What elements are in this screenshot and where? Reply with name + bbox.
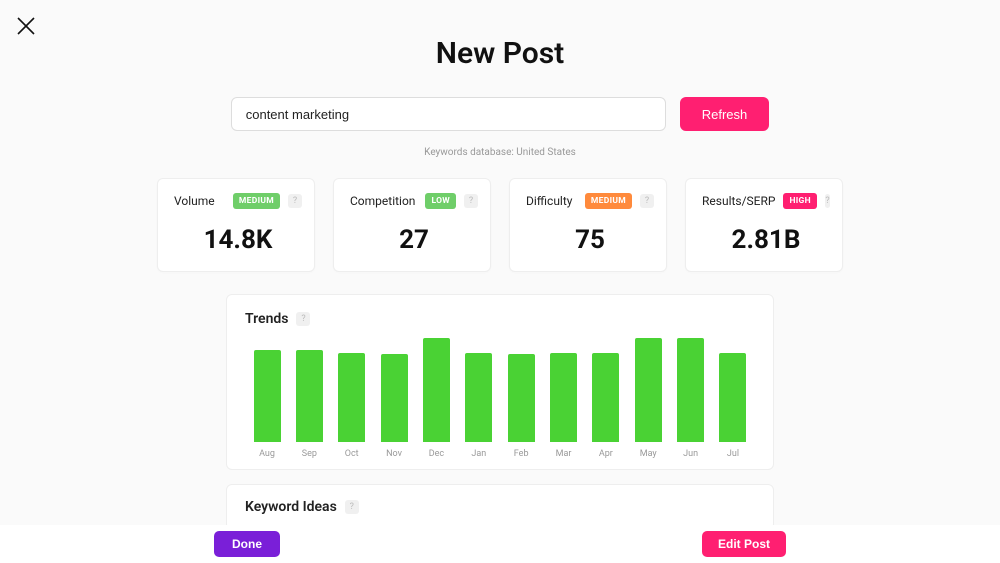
done-button[interactable]: Done (214, 531, 280, 557)
bar-fill (381, 354, 408, 442)
metric-badge: LOW (425, 193, 456, 209)
metric-results: Results/SERP HIGH ? 2.81B (685, 178, 843, 272)
trends-title: Trends (245, 311, 288, 327)
chart-bar: Jun (671, 338, 711, 459)
bar-label: Jun (683, 449, 698, 459)
chart-bar: Dec (416, 338, 456, 459)
bar-fill (550, 353, 577, 442)
help-icon[interactable]: ? (464, 194, 478, 208)
metric-volume: Volume MEDIUM ? 14.8K (157, 178, 315, 272)
metrics-row: Volume MEDIUM ? 14.8K Competition LOW ? … (0, 178, 1000, 272)
help-icon[interactable]: ? (288, 194, 302, 208)
metric-value: 2.81B (702, 225, 830, 255)
bar-fill (719, 353, 746, 442)
help-icon[interactable]: ? (296, 312, 310, 326)
keyword-ideas-panel: Keyword Ideas ? (226, 484, 774, 530)
help-icon[interactable]: ? (825, 194, 830, 208)
chart-bar: Sep (289, 350, 329, 459)
bar-fill (635, 338, 662, 442)
bar-label: May (640, 449, 657, 459)
keyword-search-input[interactable] (231, 97, 666, 131)
metric-competition: Competition LOW ? 27 (333, 178, 491, 272)
bar-label: Sep (302, 449, 317, 459)
bar-label: Jan (471, 449, 486, 459)
keyword-ideas-title: Keyword Ideas (245, 499, 337, 515)
chart-bar: Nov (374, 354, 414, 459)
page-title: New Post (0, 0, 1000, 71)
search-row: Refresh (0, 97, 1000, 131)
edit-post-button[interactable]: Edit Post (702, 531, 786, 557)
bottom-bar: Done Edit Post (0, 525, 1000, 563)
bar-fill (465, 353, 492, 442)
bar-fill (254, 350, 281, 442)
chart-bar: May (628, 338, 668, 459)
metric-badge: MEDIUM (585, 193, 632, 209)
help-icon[interactable]: ? (345, 500, 359, 514)
chart-bar: Feb (501, 354, 541, 459)
metric-value: 75 (526, 225, 654, 255)
bar-label: Jul (727, 449, 739, 459)
metric-label: Volume (174, 194, 225, 208)
metric-value: 27 (350, 225, 478, 255)
trends-panel: Trends ? Aug Sep Oct Nov Dec Jan Feb Mar Apr May J… (226, 294, 774, 470)
bar-fill (508, 354, 535, 442)
chart-bar: Jul (713, 353, 753, 459)
bar-fill (677, 338, 704, 442)
bar-fill (423, 338, 450, 442)
chart-bar: Oct (332, 353, 372, 459)
chart-bar: Aug (247, 350, 287, 459)
bar-label: Feb (514, 449, 529, 459)
bar-label: Aug (259, 449, 275, 459)
metric-value: 14.8K (174, 225, 302, 255)
bar-fill (592, 353, 619, 442)
bar-fill (338, 353, 365, 442)
close-button[interactable] (14, 14, 38, 38)
bar-label: Dec (429, 449, 444, 459)
refresh-button[interactable]: Refresh (680, 97, 770, 131)
chart-bar: Apr (586, 353, 626, 459)
chart-bar: Mar (544, 353, 584, 459)
metric-label: Results/SERP (702, 194, 775, 208)
metric-badge: HIGH (783, 193, 816, 209)
metric-difficulty: Difficulty MEDIUM ? 75 (509, 178, 667, 272)
trends-chart: Aug Sep Oct Nov Dec Jan Feb Mar Apr May Jun Jul (245, 341, 755, 459)
help-icon[interactable]: ? (640, 194, 654, 208)
bar-label: Nov (386, 449, 402, 459)
bar-label: Apr (599, 449, 613, 459)
chart-bar: Jan (459, 353, 499, 459)
bar-label: Mar (556, 449, 572, 459)
database-note: Keywords database: United States (0, 147, 1000, 158)
metric-label: Competition (350, 194, 417, 208)
bar-label: Oct (345, 449, 359, 459)
bar-fill (296, 350, 323, 442)
close-icon (14, 14, 38, 38)
metric-label: Difficulty (526, 194, 577, 208)
metric-badge: MEDIUM (233, 193, 280, 209)
